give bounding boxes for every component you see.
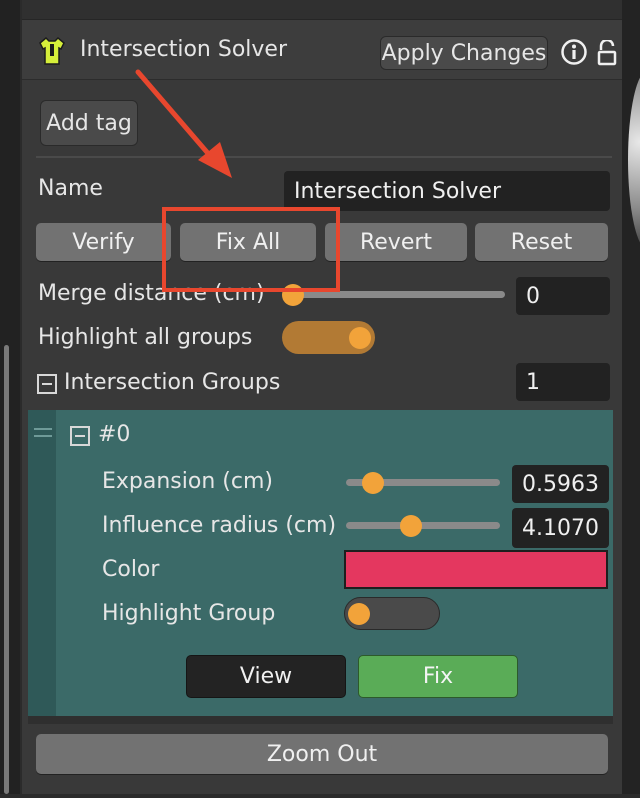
shirt-icon	[38, 36, 66, 66]
color-swatch[interactable]	[344, 550, 608, 589]
group-title: #0	[98, 422, 131, 447]
add-tag-button[interactable]: Add tag	[40, 100, 138, 146]
influence-radius-field[interactable]: 4.1070	[512, 508, 609, 548]
name-label: Name	[38, 176, 103, 201]
apply-changes-button[interactable]: Apply Changes	[380, 36, 548, 70]
zoom-out-button[interactable]: Zoom Out	[36, 734, 608, 774]
scrollbar[interactable]	[4, 345, 9, 794]
group-bottom	[28, 716, 613, 724]
expansion-label: Expansion (cm)	[102, 469, 273, 494]
expansion-knob[interactable]	[362, 472, 384, 494]
highlight-all-knob[interactable]	[349, 327, 371, 349]
component-title: Intersection Solver	[80, 37, 288, 62]
fix-button[interactable]: Fix	[358, 655, 518, 698]
name-input[interactable]: Intersection Solver	[284, 171, 610, 211]
intersection-groups-label: Intersection Groups	[64, 370, 281, 395]
highlight-group-label: Highlight Group	[102, 601, 276, 626]
merge-distance-slider[interactable]	[284, 291, 505, 298]
influence-radius-label: Influence radius (cm)	[102, 513, 337, 538]
influence-radius-slider[interactable]	[346, 522, 500, 529]
drag-handle-icon[interactable]	[34, 428, 52, 430]
revert-button[interactable]: Revert	[325, 223, 467, 261]
drag-handle-icon[interactable]	[34, 435, 52, 437]
left-strip	[0, 0, 20, 794]
reset-button[interactable]: Reset	[475, 223, 608, 261]
info-icon[interactable]	[560, 38, 588, 66]
merge-distance-knob[interactable]	[282, 284, 304, 306]
influence-radius-knob[interactable]	[400, 515, 422, 537]
view-button[interactable]: View	[186, 655, 346, 698]
group-drag-strip[interactable]	[28, 410, 56, 716]
expansion-field[interactable]: 0.5963	[512, 465, 609, 503]
lock-icon[interactable]	[597, 38, 617, 66]
merge-distance-field[interactable]: 0	[516, 277, 610, 315]
verify-button[interactable]: Verify	[36, 223, 171, 261]
merge-distance-label: Merge distance (cm)	[38, 281, 265, 306]
highlight-group-knob[interactable]	[348, 603, 370, 625]
fix-all-button[interactable]: Fix All	[180, 223, 316, 261]
top-band	[22, 0, 622, 20]
color-label: Color	[102, 557, 160, 582]
highlight-all-label: Highlight all groups	[38, 325, 253, 350]
group-count-field[interactable]: 1	[516, 363, 610, 401]
divider	[36, 156, 612, 158]
collapse-groups-icon[interactable]	[37, 374, 57, 394]
collapse-group-icon[interactable]	[70, 426, 90, 446]
